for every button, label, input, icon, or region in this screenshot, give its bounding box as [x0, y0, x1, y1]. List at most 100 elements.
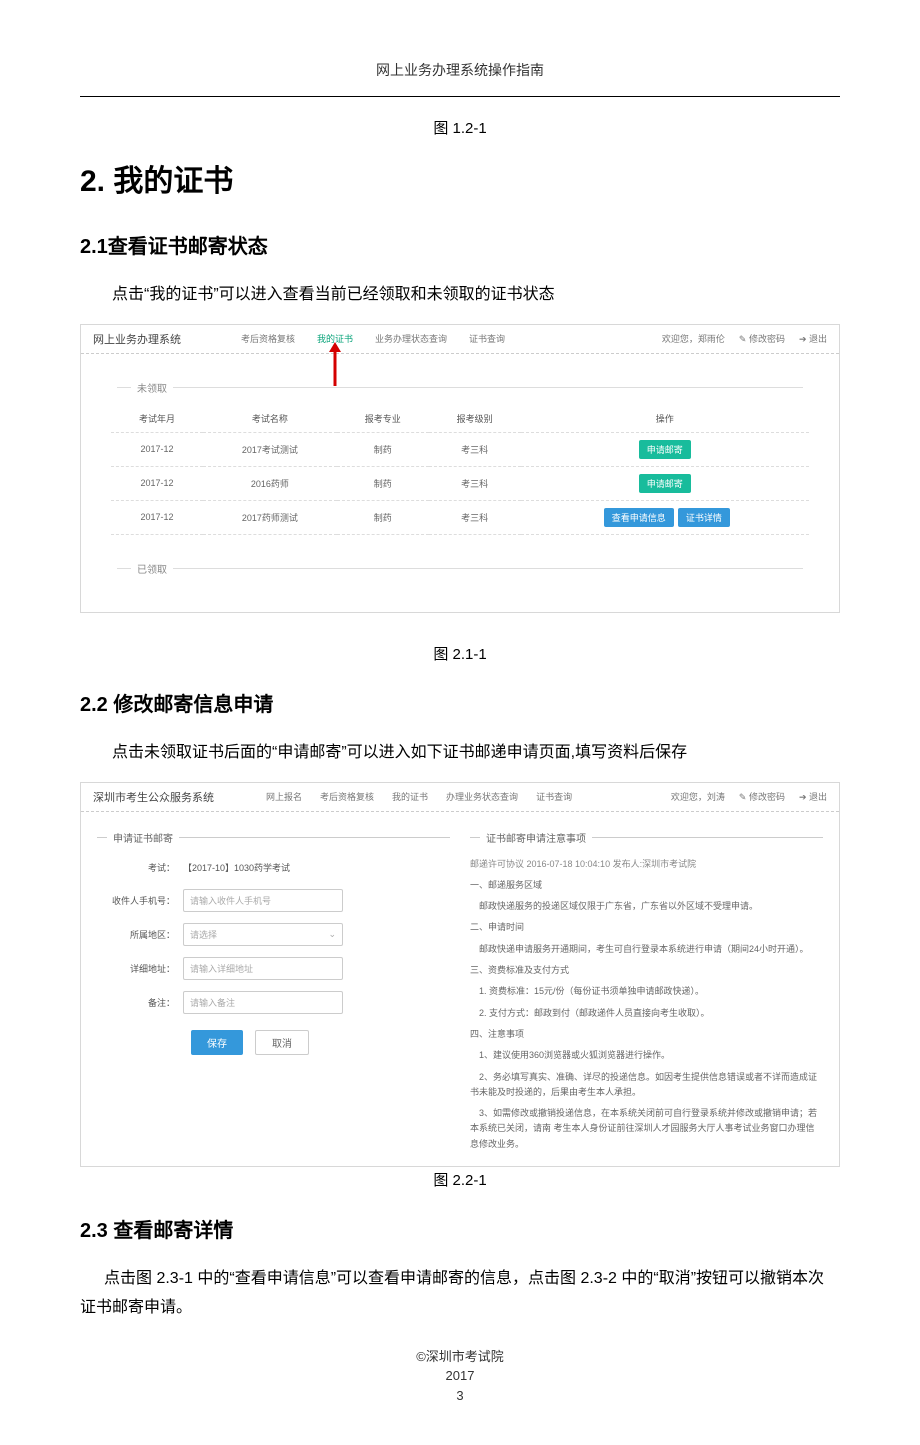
notice-line: 1、建议使用360浏览器或火狐浏览器进行操作。 — [470, 1048, 823, 1063]
notice-meta: 邮递许可协议 2016-07-18 10:04:10 发布人:深圳市考试院 — [470, 857, 823, 872]
shot2-body: 申请证书邮寄 考试： 【2017-10】1030药学考试 收件人手机号： 请输入… — [81, 812, 839, 1166]
cell: 2016药师 — [203, 466, 337, 500]
change-password-link[interactable]: ✎ 修改密码 — [739, 790, 785, 803]
placeholder: 请输入详细地址 — [190, 962, 253, 975]
notice-body: 邮递许可协议 2016-07-18 10:04:10 发布人:深圳市考试院 一、… — [470, 857, 823, 1152]
chevron-down-icon: ⌄ — [328, 929, 336, 940]
nav-item[interactable]: 我的证书 — [392, 790, 428, 803]
change-password-link[interactable]: ✎ 修改密码 — [739, 332, 785, 345]
notice-line: 一、邮递服务区域 — [470, 878, 823, 893]
nav-item[interactable]: 考后资格复核 — [320, 790, 374, 803]
nav-item[interactable]: 网上报名 — [266, 790, 302, 803]
cell-actions: 查看申请信息证书详情 — [521, 500, 809, 534]
group-claimed: 已领取 — [111, 561, 809, 576]
footer-page: 3 — [80, 1386, 840, 1406]
th: 考试名称 — [203, 405, 337, 433]
form-row-exam: 考试： 【2017-10】1030药学考试 — [97, 857, 450, 878]
th: 考试年月 — [111, 405, 203, 433]
cell: 制药 — [337, 466, 429, 500]
nav-item[interactable]: 证书查询 — [469, 332, 505, 345]
phone-input[interactable]: 请输入收件人手机号 — [183, 889, 343, 912]
cell: 2017-12 — [111, 466, 203, 500]
notice-line: 邮政快递服务的投递区域仅限于广东省，广东省以外区域不受理申请。 — [470, 899, 823, 914]
screenshot-2-1-1: 网上业务办理系统 考后资格复核 我的证书 业务办理状态查询 证书查询 欢迎您，郑… — [80, 324, 840, 613]
table-row: 2017-122016药师制药考三科 申请邮寄 — [111, 466, 809, 500]
save-button[interactable]: 保存 — [191, 1030, 243, 1055]
welcome-text: 欢迎您，郑雨伦 — [662, 332, 725, 345]
figure-caption-2-2-1: 图 2.2-1 — [80, 1169, 840, 1190]
label-region: 所属地区： — [97, 928, 183, 941]
cell: 考三科 — [429, 500, 521, 534]
welcome-text: 欢迎您，刘涛 — [671, 790, 725, 803]
nav-item[interactable]: 办理业务状态查询 — [446, 790, 518, 803]
brand-text: 深圳市考生公众服务系统 — [93, 789, 214, 805]
label-phone: 收件人手机号： — [97, 894, 183, 907]
th: 报考专业 — [337, 405, 429, 433]
footer-year: 2017 — [80, 1366, 840, 1386]
form-panel: 申请证书邮寄 考试： 【2017-10】1030药学考试 收件人手机号： 请输入… — [97, 830, 450, 1152]
cell: 2017考试测试 — [203, 432, 337, 466]
cell: 制药 — [337, 500, 429, 534]
label-exam: 考试： — [97, 861, 183, 874]
cancel-button[interactable]: 取消 — [255, 1030, 309, 1055]
placeholder: 请选择 — [190, 928, 217, 941]
heading-2-3: 2.3 查看邮寄详情 — [80, 1214, 840, 1243]
action-button[interactable]: 证书详情 — [678, 508, 730, 527]
page-footer: ©深圳市考试院 2017 3 — [80, 1347, 840, 1406]
figure-caption-1-2-1: 图 1.2-1 — [80, 117, 840, 138]
notice-line: 四、注意事项 — [470, 1027, 823, 1042]
heading-2-2: 2.2 修改邮寄信息申请 — [80, 688, 840, 717]
action-button[interactable]: 查看申请信息 — [604, 508, 674, 527]
topbar2-right: 欢迎您，刘涛 ✎ 修改密码 ➔ 退出 — [671, 790, 827, 803]
topbar-right: 欢迎您，郑雨伦 ✎ 修改密码 ➔ 退出 — [662, 332, 827, 345]
action-button[interactable]: 申请邮寄 — [639, 440, 691, 459]
cell: 2017-12 — [111, 500, 203, 534]
notice-line: 3、如需修改或撤销投递信息，在本系统关闭前可自行登录系统并修改或撤销申请；若本系… — [470, 1106, 823, 1152]
logout-link[interactable]: ➔ 退出 — [799, 790, 827, 803]
notice-title: 证书邮寄申请注意事项 — [470, 830, 823, 845]
screenshot-2-2-1: 深圳市考生公众服务系统 网上报名 考后资格复核 我的证书 办理业务状态查询 证书… — [80, 782, 840, 1167]
heading-2-1: 2.1查看证书邮寄状态 — [80, 230, 840, 259]
action-button[interactable]: 申请邮寄 — [639, 474, 691, 493]
form-row-region: 所属地区： 请选择 ⌄ — [97, 923, 450, 946]
table-row: 2017-122017考试测试制药考三科 申请邮寄 — [111, 432, 809, 466]
topbar2: 深圳市考生公众服务系统 网上报名 考后资格复核 我的证书 办理业务状态查询 证书… — [81, 783, 839, 812]
label-address: 详细地址： — [97, 962, 183, 975]
nav-item[interactable]: 考后资格复核 — [241, 332, 295, 345]
cell: 2017-12 — [111, 432, 203, 466]
form-row-phone: 收件人手机号： 请输入收件人手机号 — [97, 889, 450, 912]
notice-line: 邮政快递申请服务开通期间，考生可自行登录本系统进行申请（期间24小时开通）。 — [470, 942, 823, 957]
address-input[interactable]: 请输入详细地址 — [183, 957, 343, 980]
region-select[interactable]: 请选择 ⌄ — [183, 923, 343, 946]
brand-text: 网上业务办理系统 — [93, 331, 181, 347]
logout-link[interactable]: ➔ 退出 — [799, 332, 827, 345]
notice-line: 2、务必填写真实、准确、详尽的投递信息。如因考生提供信息错误或者不详而造成证书未… — [470, 1070, 823, 1101]
paragraph-2-3: 点击图 2.3-1 中的“查看申请信息”可以查看申请邮寄的信息，点击图 2.3-… — [80, 1265, 840, 1323]
nav-item[interactable]: 业务办理状态查询 — [375, 332, 447, 345]
placeholder: 请输入收件人手机号 — [190, 894, 271, 907]
cert-table: 考试年月 考试名称 报考专业 报考级别 操作 2017-122017考试测试制药… — [111, 405, 809, 535]
label-remark: 备注： — [97, 996, 183, 1009]
cell: 制药 — [337, 432, 429, 466]
remark-input[interactable]: 请输入备注 — [183, 991, 343, 1014]
cell-actions: 申请邮寄 — [521, 432, 809, 466]
paragraph-2-2: 点击未领取证书后面的“申请邮寄”可以进入如下证书邮递申请页面,填写资料后保存 — [80, 739, 840, 768]
form-title: 申请证书邮寄 — [97, 830, 450, 845]
table-header-row: 考试年月 考试名称 报考专业 报考级别 操作 — [111, 405, 809, 433]
form-row-address: 详细地址： 请输入详细地址 — [97, 957, 450, 980]
figure-caption-2-1-1: 图 2.1-1 — [80, 643, 840, 664]
form-buttons: 保存 取消 — [97, 1030, 450, 1055]
th: 报考级别 — [429, 405, 521, 433]
header-rule — [80, 96, 840, 97]
cell: 考三科 — [429, 466, 521, 500]
footer-org: ©深圳市考试院 — [80, 1347, 840, 1367]
form-row-remark: 备注： 请输入备注 — [97, 991, 450, 1014]
nav2: 网上报名 考后资格复核 我的证书 办理业务状态查询 证书查询 — [266, 790, 649, 803]
document-page: 网上业务办理系统操作指南 图 1.2-1 2. 我的证书 2.1查看证书邮寄状态… — [0, 0, 920, 1445]
notice-line: 二、申请时间 — [470, 920, 823, 935]
nav: 考后资格复核 我的证书 业务办理状态查询 证书查询 — [241, 332, 662, 345]
cell: 考三科 — [429, 432, 521, 466]
nav-item[interactable]: 证书查询 — [536, 790, 572, 803]
red-arrow-icon — [329, 342, 341, 386]
notice-line: 三、资费标准及支付方式 — [470, 963, 823, 978]
